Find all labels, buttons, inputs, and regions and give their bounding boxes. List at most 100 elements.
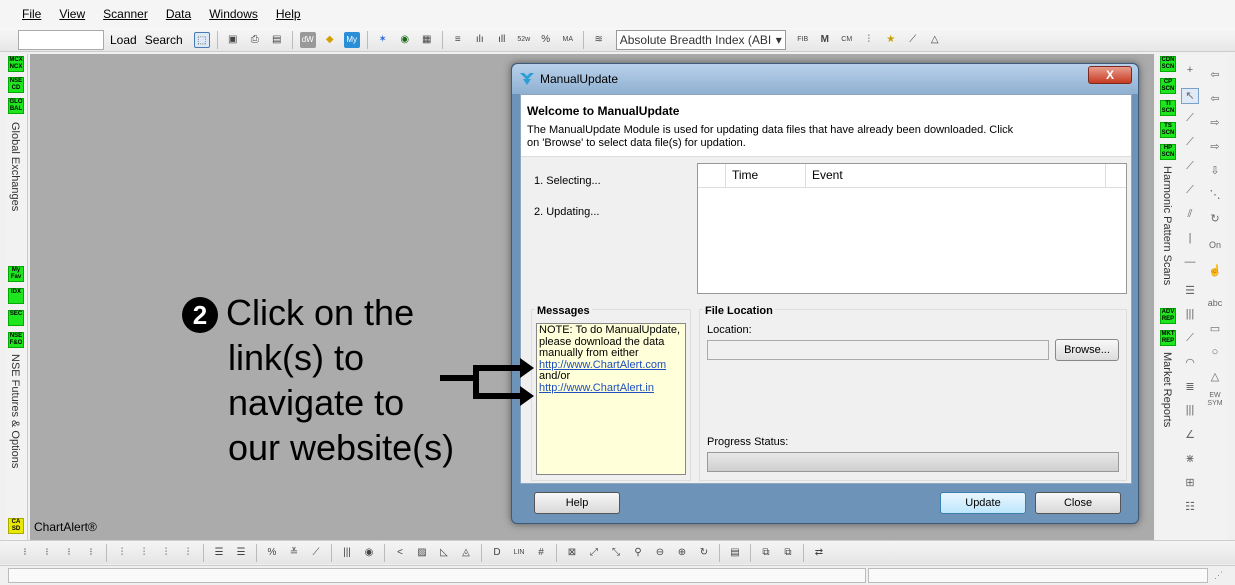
- zoom-in-icon[interactable]: ⊕: [674, 545, 690, 561]
- levels-icon[interactable]: |||: [1181, 404, 1199, 420]
- chartalert-in-link[interactable]: http://www.ChartAlert.in: [539, 382, 683, 395]
- notes-icon[interactable]: ▤: [727, 545, 743, 561]
- column-time[interactable]: Time: [726, 164, 806, 187]
- cm-icon[interactable]: CM: [839, 32, 855, 48]
- menu-data[interactable]: Data: [166, 7, 191, 21]
- my-fav-button[interactable]: My Fav: [8, 266, 24, 282]
- pivot-icon[interactable]: M: [817, 32, 833, 48]
- zoom-fit-icon[interactable]: ⊠: [564, 545, 580, 561]
- arrow-right2-icon[interactable]: ⇨: [1206, 140, 1224, 156]
- arrow-down-icon[interactable]: ⇩: [1206, 164, 1224, 180]
- renko-icon[interactable]: ⫶: [180, 545, 196, 561]
- retrace-icon[interactable]: ≣: [1181, 380, 1199, 396]
- cp-scan-button[interactable]: CP SCN: [1160, 78, 1176, 94]
- box-zoom-icon[interactable]: ▨: [414, 545, 430, 561]
- scale4-icon[interactable]: ⁝: [83, 545, 99, 561]
- harmonic-pattern-label[interactable]: Harmonic Pattern Scans: [1161, 166, 1173, 285]
- pattern-icon[interactable]: ⟋: [905, 32, 921, 48]
- hline-icon[interactable]: —: [1181, 256, 1199, 272]
- expand-icon[interactable]: ⤢: [586, 545, 602, 561]
- vline-icon[interactable]: |: [1181, 232, 1199, 248]
- print-icon[interactable]: ⎙: [247, 32, 263, 48]
- pattern-icon[interactable]: ⋱: [1206, 188, 1224, 204]
- arc-icon[interactable]: ◠: [1181, 356, 1199, 372]
- on-toggle[interactable]: On: [1206, 240, 1224, 256]
- search-button[interactable]: Search: [145, 33, 183, 47]
- dialog-titlebar[interactable]: ManualUpdate X: [512, 64, 1138, 94]
- record-icon[interactable]: ◉: [361, 545, 377, 561]
- ohlc-icon[interactable]: ⫶: [114, 545, 130, 561]
- volume-icon[interactable]: |||: [339, 545, 355, 561]
- refresh-icon[interactable]: ↻: [696, 545, 712, 561]
- window-icon[interactable]: ▦: [419, 32, 435, 48]
- bars-icon[interactable]: ılı: [472, 32, 488, 48]
- menu-file[interactable]: File: [22, 7, 41, 21]
- hash-icon[interactable]: #: [533, 545, 549, 561]
- pct-icon[interactable]: %: [538, 32, 554, 48]
- nse-cd-button[interactable]: NSE CD: [8, 77, 24, 93]
- cycle-icon[interactable]: ↻: [1206, 212, 1224, 228]
- candle-icon[interactable]: ⫶: [136, 545, 152, 561]
- global-button[interactable]: GLO BAL: [8, 98, 24, 114]
- abc-icon[interactable]: ◬: [458, 545, 474, 561]
- load-button[interactable]: Load: [110, 33, 137, 47]
- crosshair-icon[interactable]: +: [1181, 64, 1199, 80]
- chart-icon[interactable]: ⬚: [193, 31, 210, 48]
- sync-icon[interactable]: ⇄: [811, 545, 827, 561]
- arrow-right-icon[interactable]: ⇨: [1206, 116, 1224, 132]
- nse-fo-label[interactable]: NSE Futures & Options: [9, 354, 21, 468]
- update-button[interactable]: Update: [940, 492, 1026, 514]
- fan-icon[interactable]: ⟋: [1181, 332, 1199, 348]
- menu-scanner[interactable]: Scanner: [103, 7, 148, 21]
- gann-icon[interactable]: ⋇: [1181, 452, 1199, 468]
- angle-icon[interactable]: ∠: [1181, 428, 1199, 444]
- line-icon[interactable]: ⟋: [1181, 112, 1199, 128]
- bars2-icon[interactable]: ıll: [494, 32, 510, 48]
- lin-icon[interactable]: LIN: [511, 545, 527, 561]
- market-reports-label[interactable]: Market Reports: [1161, 352, 1173, 427]
- close-icon[interactable]: X: [1088, 66, 1132, 84]
- trendline-icon[interactable]: ⟋: [1181, 160, 1199, 176]
- parallel-icon[interactable]: ⫽: [1181, 208, 1199, 224]
- global-exchanges-label[interactable]: Global Exchanges: [9, 122, 21, 211]
- ellipse-icon[interactable]: ○: [1206, 346, 1224, 362]
- indicator-combo[interactable]: Absolute Breadth Index (ABI ▾: [615, 29, 786, 50]
- help-button[interactable]: Help: [534, 492, 620, 514]
- column-event[interactable]: Event: [806, 164, 1106, 187]
- close-button[interactable]: Close: [1035, 492, 1121, 514]
- idx-button[interactable]: IDX: [8, 288, 24, 304]
- wave-icon[interactable]: ≋: [591, 32, 607, 48]
- heikin-icon[interactable]: ⫶: [158, 545, 174, 561]
- resize-grip-icon[interactable]: ⋰: [1214, 570, 1223, 581]
- menu-windows[interactable]: Windows: [209, 7, 258, 21]
- event-log-table[interactable]: Time Event: [697, 163, 1127, 294]
- percent-icon[interactable]: %: [264, 545, 280, 561]
- channel-icon[interactable]: ⟋: [1181, 184, 1199, 200]
- ts-scan-button[interactable]: TS SCN: [1160, 122, 1176, 138]
- mkt-report-button[interactable]: MKT REP: [1160, 330, 1176, 346]
- arrow-left2-icon[interactable]: ⇦: [1206, 92, 1224, 108]
- location-input[interactable]: [707, 340, 1049, 360]
- search-icon[interactable]: ⚲: [630, 545, 646, 561]
- candles-icon[interactable]: ⫶: [861, 32, 877, 48]
- ew-symbol-tool[interactable]: EW SYM: [1206, 392, 1224, 408]
- mcx-button[interactable]: MCX NCX: [8, 56, 24, 72]
- browse-button[interactable]: Browse...: [1055, 339, 1119, 361]
- grid-icon[interactable]: |||: [1181, 308, 1199, 324]
- menu-view[interactable]: View: [59, 7, 85, 21]
- nse-fo-button[interactable]: NSE F&O: [8, 332, 24, 348]
- fib-icon[interactable]: ☰: [1181, 284, 1199, 300]
- log-icon[interactable]: ≚: [286, 545, 302, 561]
- globe-icon[interactable]: ◉: [397, 32, 413, 48]
- shape-icon[interactable]: ◺: [436, 545, 452, 561]
- ray-icon[interactable]: ⟋: [1181, 136, 1199, 152]
- magic-icon[interactable]: ✶: [375, 32, 391, 48]
- my-icon[interactable]: My: [343, 31, 360, 48]
- box-icon[interactable]: ⊞: [1181, 476, 1199, 492]
- adv-report-button[interactable]: ADV REP: [1160, 308, 1176, 324]
- messages-text-area[interactable]: NOTE: To do ManualUpdate, please downloa…: [536, 323, 686, 475]
- sec-button[interactable]: SEC: [8, 310, 24, 326]
- pointer-icon[interactable]: ↖: [1181, 88, 1199, 104]
- dw-icon[interactable]: dW: [299, 31, 316, 48]
- paste-icon[interactable]: ⧉: [780, 545, 796, 561]
